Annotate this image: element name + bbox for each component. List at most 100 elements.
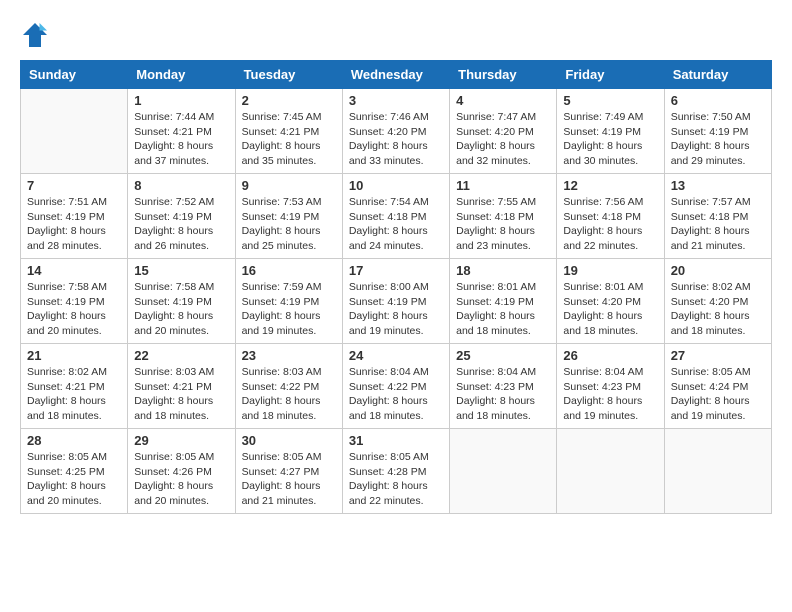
- day-number: 22: [134, 348, 228, 363]
- calendar-week-4: 21 Sunrise: 8:02 AM Sunset: 4:21 PM Dayli…: [21, 344, 772, 429]
- calendar-cell: 4Sunrise: 7:47 AM Sunset: 4:20 PM Daylig…: [450, 89, 557, 174]
- calendar-cell: 26 Sunrise: 8:04 AM Sunset: 4:23 PM Dayli…: [557, 344, 664, 429]
- day-info: Sunrise: 7:58 AM Sunset: 4:19 PM Dayligh…: [27, 280, 121, 339]
- calendar-cell: 18 Sunrise: 8:01 AM Sunset: 4:19 PM Dayli…: [450, 259, 557, 344]
- calendar-cell: 16Sunrise: 7:59 AM Sunset: 4:19 PM Dayli…: [235, 259, 342, 344]
- day-number: 23: [242, 348, 336, 363]
- day-number: 20: [671, 263, 765, 278]
- day-info: Sunrise: 7:57 AM Sunset: 4:18 PM Dayligh…: [671, 195, 765, 254]
- calendar-cell: 27 Sunrise: 8:05 AM Sunset: 4:24 PM Dayli…: [664, 344, 771, 429]
- day-info: Sunrise: 7:47 AM Sunset: 4:20 PM Dayligh…: [456, 110, 550, 169]
- weekday-header-tuesday: Tuesday: [235, 61, 342, 89]
- weekday-header-row: SundayMondayTuesdayWednesdayThursdayFrid…: [21, 61, 772, 89]
- day-info: Sunrise: 7:58 AM Sunset: 4:19 PM Dayligh…: [134, 280, 228, 339]
- day-number: 30: [242, 433, 336, 448]
- day-number: 15: [134, 263, 228, 278]
- calendar-cell: 17 Sunrise: 8:00 AM Sunset: 4:19 PM Dayli…: [342, 259, 449, 344]
- day-info: Sunrise: 7:45 AM Sunset: 4:21 PM Dayligh…: [242, 110, 336, 169]
- page-header: [20, 20, 772, 50]
- weekday-header-monday: Monday: [128, 61, 235, 89]
- calendar-cell: 7 Sunrise: 7:51 AM Sunset: 4:19 PM Daylig…: [21, 174, 128, 259]
- logo-icon: [20, 20, 50, 50]
- calendar-cell: 11 Sunrise: 7:55 AM Sunset: 4:18 PM Dayli…: [450, 174, 557, 259]
- day-number: 13: [671, 178, 765, 193]
- day-number: 17: [349, 263, 443, 278]
- calendar-cell: 13 Sunrise: 7:57 AM Sunset: 4:18 PM Dayli…: [664, 174, 771, 259]
- day-number: 19: [563, 263, 657, 278]
- calendar-cell: [21, 89, 128, 174]
- day-info: Sunrise: 7:53 AM Sunset: 4:19 PM Dayligh…: [242, 195, 336, 254]
- day-info: Sunrise: 7:55 AM Sunset: 4:18 PM Dayligh…: [456, 195, 550, 254]
- calendar-cell: 28 Sunrise: 8:05 AM Sunset: 4:25 PM Dayli…: [21, 429, 128, 514]
- weekday-header-saturday: Saturday: [664, 61, 771, 89]
- calendar-cell: 1Sunrise: 7:44 AM Sunset: 4:21 PM Daylig…: [128, 89, 235, 174]
- day-info: Sunrise: 8:04 AM Sunset: 4:23 PM Dayligh…: [563, 365, 657, 424]
- day-number: 5: [563, 93, 657, 108]
- day-number: 31: [349, 433, 443, 448]
- day-info: Sunrise: 8:02 AM Sunset: 4:20 PM Dayligh…: [671, 280, 765, 339]
- calendar-cell: 24 Sunrise: 8:04 AM Sunset: 4:22 PM Dayli…: [342, 344, 449, 429]
- calendar-cell: 31Sunrise: 8:05 AM Sunset: 4:28 PM Dayli…: [342, 429, 449, 514]
- day-number: 27: [671, 348, 765, 363]
- calendar-week-1: 1Sunrise: 7:44 AM Sunset: 4:21 PM Daylig…: [21, 89, 772, 174]
- day-info: Sunrise: 7:51 AM Sunset: 4:19 PM Dayligh…: [27, 195, 121, 254]
- day-info: Sunrise: 8:00 AM Sunset: 4:19 PM Dayligh…: [349, 280, 443, 339]
- weekday-header-wednesday: Wednesday: [342, 61, 449, 89]
- calendar-cell: 20 Sunrise: 8:02 AM Sunset: 4:20 PM Dayli…: [664, 259, 771, 344]
- day-info: Sunrise: 8:03 AM Sunset: 4:21 PM Dayligh…: [134, 365, 228, 424]
- calendar-cell: [557, 429, 664, 514]
- day-number: 6: [671, 93, 765, 108]
- day-info: Sunrise: 8:04 AM Sunset: 4:22 PM Dayligh…: [349, 365, 443, 424]
- day-info: Sunrise: 8:01 AM Sunset: 4:20 PM Dayligh…: [563, 280, 657, 339]
- calendar-cell: 14 Sunrise: 7:58 AM Sunset: 4:19 PM Dayli…: [21, 259, 128, 344]
- calendar-cell: 5Sunrise: 7:49 AM Sunset: 4:19 PM Daylig…: [557, 89, 664, 174]
- day-number: 10: [349, 178, 443, 193]
- day-number: 26: [563, 348, 657, 363]
- day-number: 11: [456, 178, 550, 193]
- logo: [20, 20, 54, 50]
- day-info: Sunrise: 7:54 AM Sunset: 4:18 PM Dayligh…: [349, 195, 443, 254]
- calendar-week-3: 14 Sunrise: 7:58 AM Sunset: 4:19 PM Dayli…: [21, 259, 772, 344]
- calendar-cell: 8Sunrise: 7:52 AM Sunset: 4:19 PM Daylig…: [128, 174, 235, 259]
- day-info: Sunrise: 7:46 AM Sunset: 4:20 PM Dayligh…: [349, 110, 443, 169]
- day-number: 24: [349, 348, 443, 363]
- day-info: Sunrise: 8:05 AM Sunset: 4:24 PM Dayligh…: [671, 365, 765, 424]
- day-number: 12: [563, 178, 657, 193]
- day-info: Sunrise: 8:01 AM Sunset: 4:19 PM Dayligh…: [456, 280, 550, 339]
- day-number: 3: [349, 93, 443, 108]
- calendar-cell: 10 Sunrise: 7:54 AM Sunset: 4:18 PM Dayli…: [342, 174, 449, 259]
- calendar-cell: [450, 429, 557, 514]
- calendar-cell: 2 Sunrise: 7:45 AM Sunset: 4:21 PM Daylig…: [235, 89, 342, 174]
- day-number: 2: [242, 93, 336, 108]
- day-number: 28: [27, 433, 121, 448]
- calendar-cell: 21 Sunrise: 8:02 AM Sunset: 4:21 PM Dayli…: [21, 344, 128, 429]
- calendar-cell: 22 Sunrise: 8:03 AM Sunset: 4:21 PM Dayli…: [128, 344, 235, 429]
- calendar-week-5: 28 Sunrise: 8:05 AM Sunset: 4:25 PM Dayli…: [21, 429, 772, 514]
- day-number: 25: [456, 348, 550, 363]
- calendar-cell: 15 Sunrise: 7:58 AM Sunset: 4:19 PM Dayli…: [128, 259, 235, 344]
- calendar-cell: 29Sunrise: 8:05 AM Sunset: 4:26 PM Dayli…: [128, 429, 235, 514]
- weekday-header-thursday: Thursday: [450, 61, 557, 89]
- day-info: Sunrise: 8:04 AM Sunset: 4:23 PM Dayligh…: [456, 365, 550, 424]
- day-info: Sunrise: 8:03 AM Sunset: 4:22 PM Dayligh…: [242, 365, 336, 424]
- calendar-cell: 12 Sunrise: 7:56 AM Sunset: 4:18 PM Dayli…: [557, 174, 664, 259]
- calendar-cell: 3 Sunrise: 7:46 AM Sunset: 4:20 PM Daylig…: [342, 89, 449, 174]
- day-number: 9: [242, 178, 336, 193]
- calendar-week-2: 7 Sunrise: 7:51 AM Sunset: 4:19 PM Daylig…: [21, 174, 772, 259]
- day-number: 14: [27, 263, 121, 278]
- calendar-cell: 19 Sunrise: 8:01 AM Sunset: 4:20 PM Dayli…: [557, 259, 664, 344]
- day-info: Sunrise: 8:02 AM Sunset: 4:21 PM Dayligh…: [27, 365, 121, 424]
- day-info: Sunrise: 7:56 AM Sunset: 4:18 PM Dayligh…: [563, 195, 657, 254]
- day-info: Sunrise: 8:05 AM Sunset: 4:25 PM Dayligh…: [27, 450, 121, 509]
- day-number: 18: [456, 263, 550, 278]
- day-number: 21: [27, 348, 121, 363]
- day-number: 16: [242, 263, 336, 278]
- calendar-cell: 25 Sunrise: 8:04 AM Sunset: 4:23 PM Dayli…: [450, 344, 557, 429]
- calendar-table: SundayMondayTuesdayWednesdayThursdayFrid…: [20, 60, 772, 514]
- calendar-cell: 30 Sunrise: 8:05 AM Sunset: 4:27 PM Dayli…: [235, 429, 342, 514]
- day-number: 7: [27, 178, 121, 193]
- day-info: Sunrise: 8:05 AM Sunset: 4:27 PM Dayligh…: [242, 450, 336, 509]
- day-number: 8: [134, 178, 228, 193]
- day-info: Sunrise: 7:50 AM Sunset: 4:19 PM Dayligh…: [671, 110, 765, 169]
- day-number: 1: [134, 93, 228, 108]
